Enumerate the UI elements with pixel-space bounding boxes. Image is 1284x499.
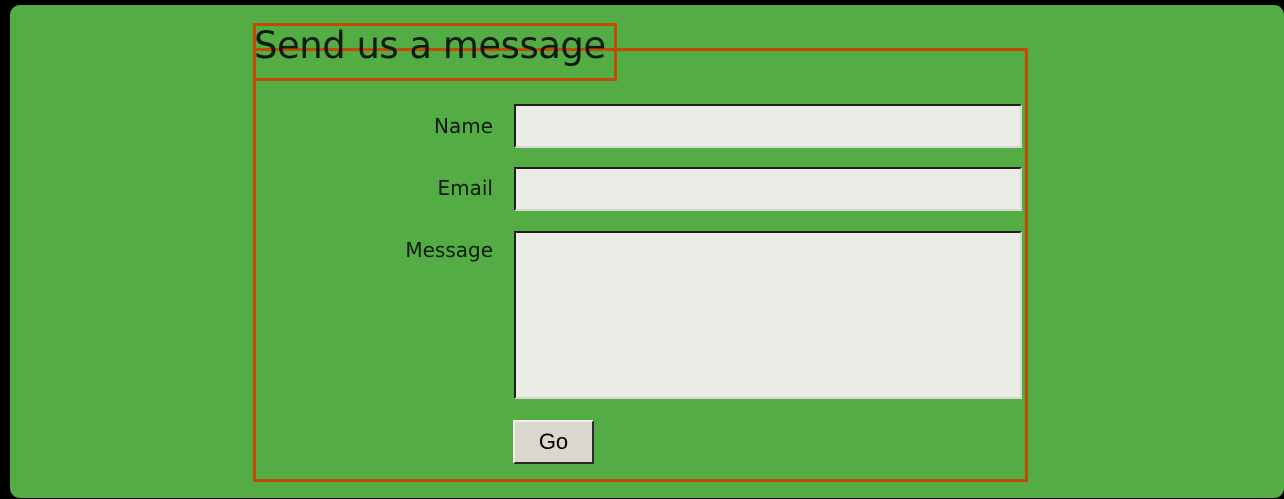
name-input[interactable] <box>514 104 1022 148</box>
message-textarea[interactable] <box>514 231 1022 399</box>
message-label: Message <box>405 238 493 262</box>
email-label: Email <box>437 176 494 200</box>
name-label: Name <box>433 114 493 138</box>
email-input[interactable] <box>514 167 1022 211</box>
go-button[interactable]: Go <box>513 420 594 464</box>
form-heading-outline <box>253 23 617 81</box>
